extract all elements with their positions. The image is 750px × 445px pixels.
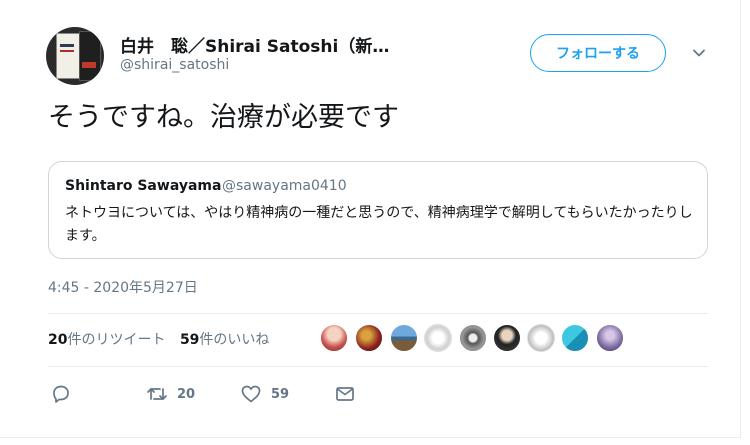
envelope-icon	[336, 387, 354, 401]
divider	[48, 313, 708, 314]
liker-avatar[interactable]	[355, 324, 383, 352]
liker-avatar[interactable]	[561, 324, 589, 352]
retweet-count: 20	[177, 386, 196, 402]
liker-avatar[interactable]	[493, 324, 521, 352]
follow-button[interactable]: フォローする	[530, 34, 666, 72]
liker-avatar[interactable]	[459, 324, 487, 352]
author-name[interactable]: 白井 聡／Shirai Satoshi（新…	[120, 32, 440, 57]
avatar-book-image-2	[79, 31, 101, 81]
author-handle[interactable]: @shirai_satoshi	[120, 57, 229, 73]
retweet-stat[interactable]: 20件のリツイート	[48, 332, 165, 348]
liker-avatar[interactable]	[424, 324, 452, 352]
like-button[interactable]: 59	[240, 383, 289, 405]
likes-count: 59	[179, 332, 200, 348]
retweet-button[interactable]: 20	[146, 383, 195, 405]
direct-message-button[interactable]	[334, 383, 356, 405]
reply-icon	[53, 385, 69, 403]
liker-avatar[interactable]	[390, 324, 418, 352]
quoted-text: ネトウヨについては、やはり精神病の一種だと思うので、精神病理学で解明してもらいた…	[65, 205, 693, 244]
liker-avatar[interactable]	[596, 324, 624, 352]
liker-avatar[interactable]	[320, 324, 348, 352]
liker-avatar[interactable]	[527, 324, 555, 352]
quoted-tweet[interactable]: Shintaro Sawayama @sawayama0410 ネトウヨについて…	[48, 161, 708, 259]
tweet-timestamp[interactable]: 4:45 - 2020年5月27日	[48, 277, 198, 297]
engagement-stats: 20件のリツイート 59件のいいね	[48, 329, 269, 349]
retweets-label: 件のリツイート	[67, 332, 166, 348]
retweets-count: 20	[48, 332, 68, 348]
tweet-text: そうですね。治療が必要です	[48, 102, 399, 133]
avatar-book-image	[56, 33, 80, 79]
reply-button[interactable]	[50, 383, 72, 405]
tweet-card: 白井 聡／Shirai Satoshi（新… @shirai_satoshi フ…	[0, 0, 741, 438]
chevron-down-icon[interactable]	[692, 46, 706, 60]
heart-icon	[241, 385, 261, 403]
likes-label: 件のいいね	[199, 332, 270, 348]
quoted-author-handle: @sawayama0410	[222, 178, 347, 194]
like-count: 59	[271, 386, 290, 402]
retweet-icon	[147, 388, 167, 400]
quoted-author-name: Shintaro Sawayama	[65, 178, 222, 194]
divider	[48, 366, 708, 367]
like-stat[interactable]: 59件のいいね	[180, 332, 269, 348]
author-avatar[interactable]	[46, 27, 104, 85]
